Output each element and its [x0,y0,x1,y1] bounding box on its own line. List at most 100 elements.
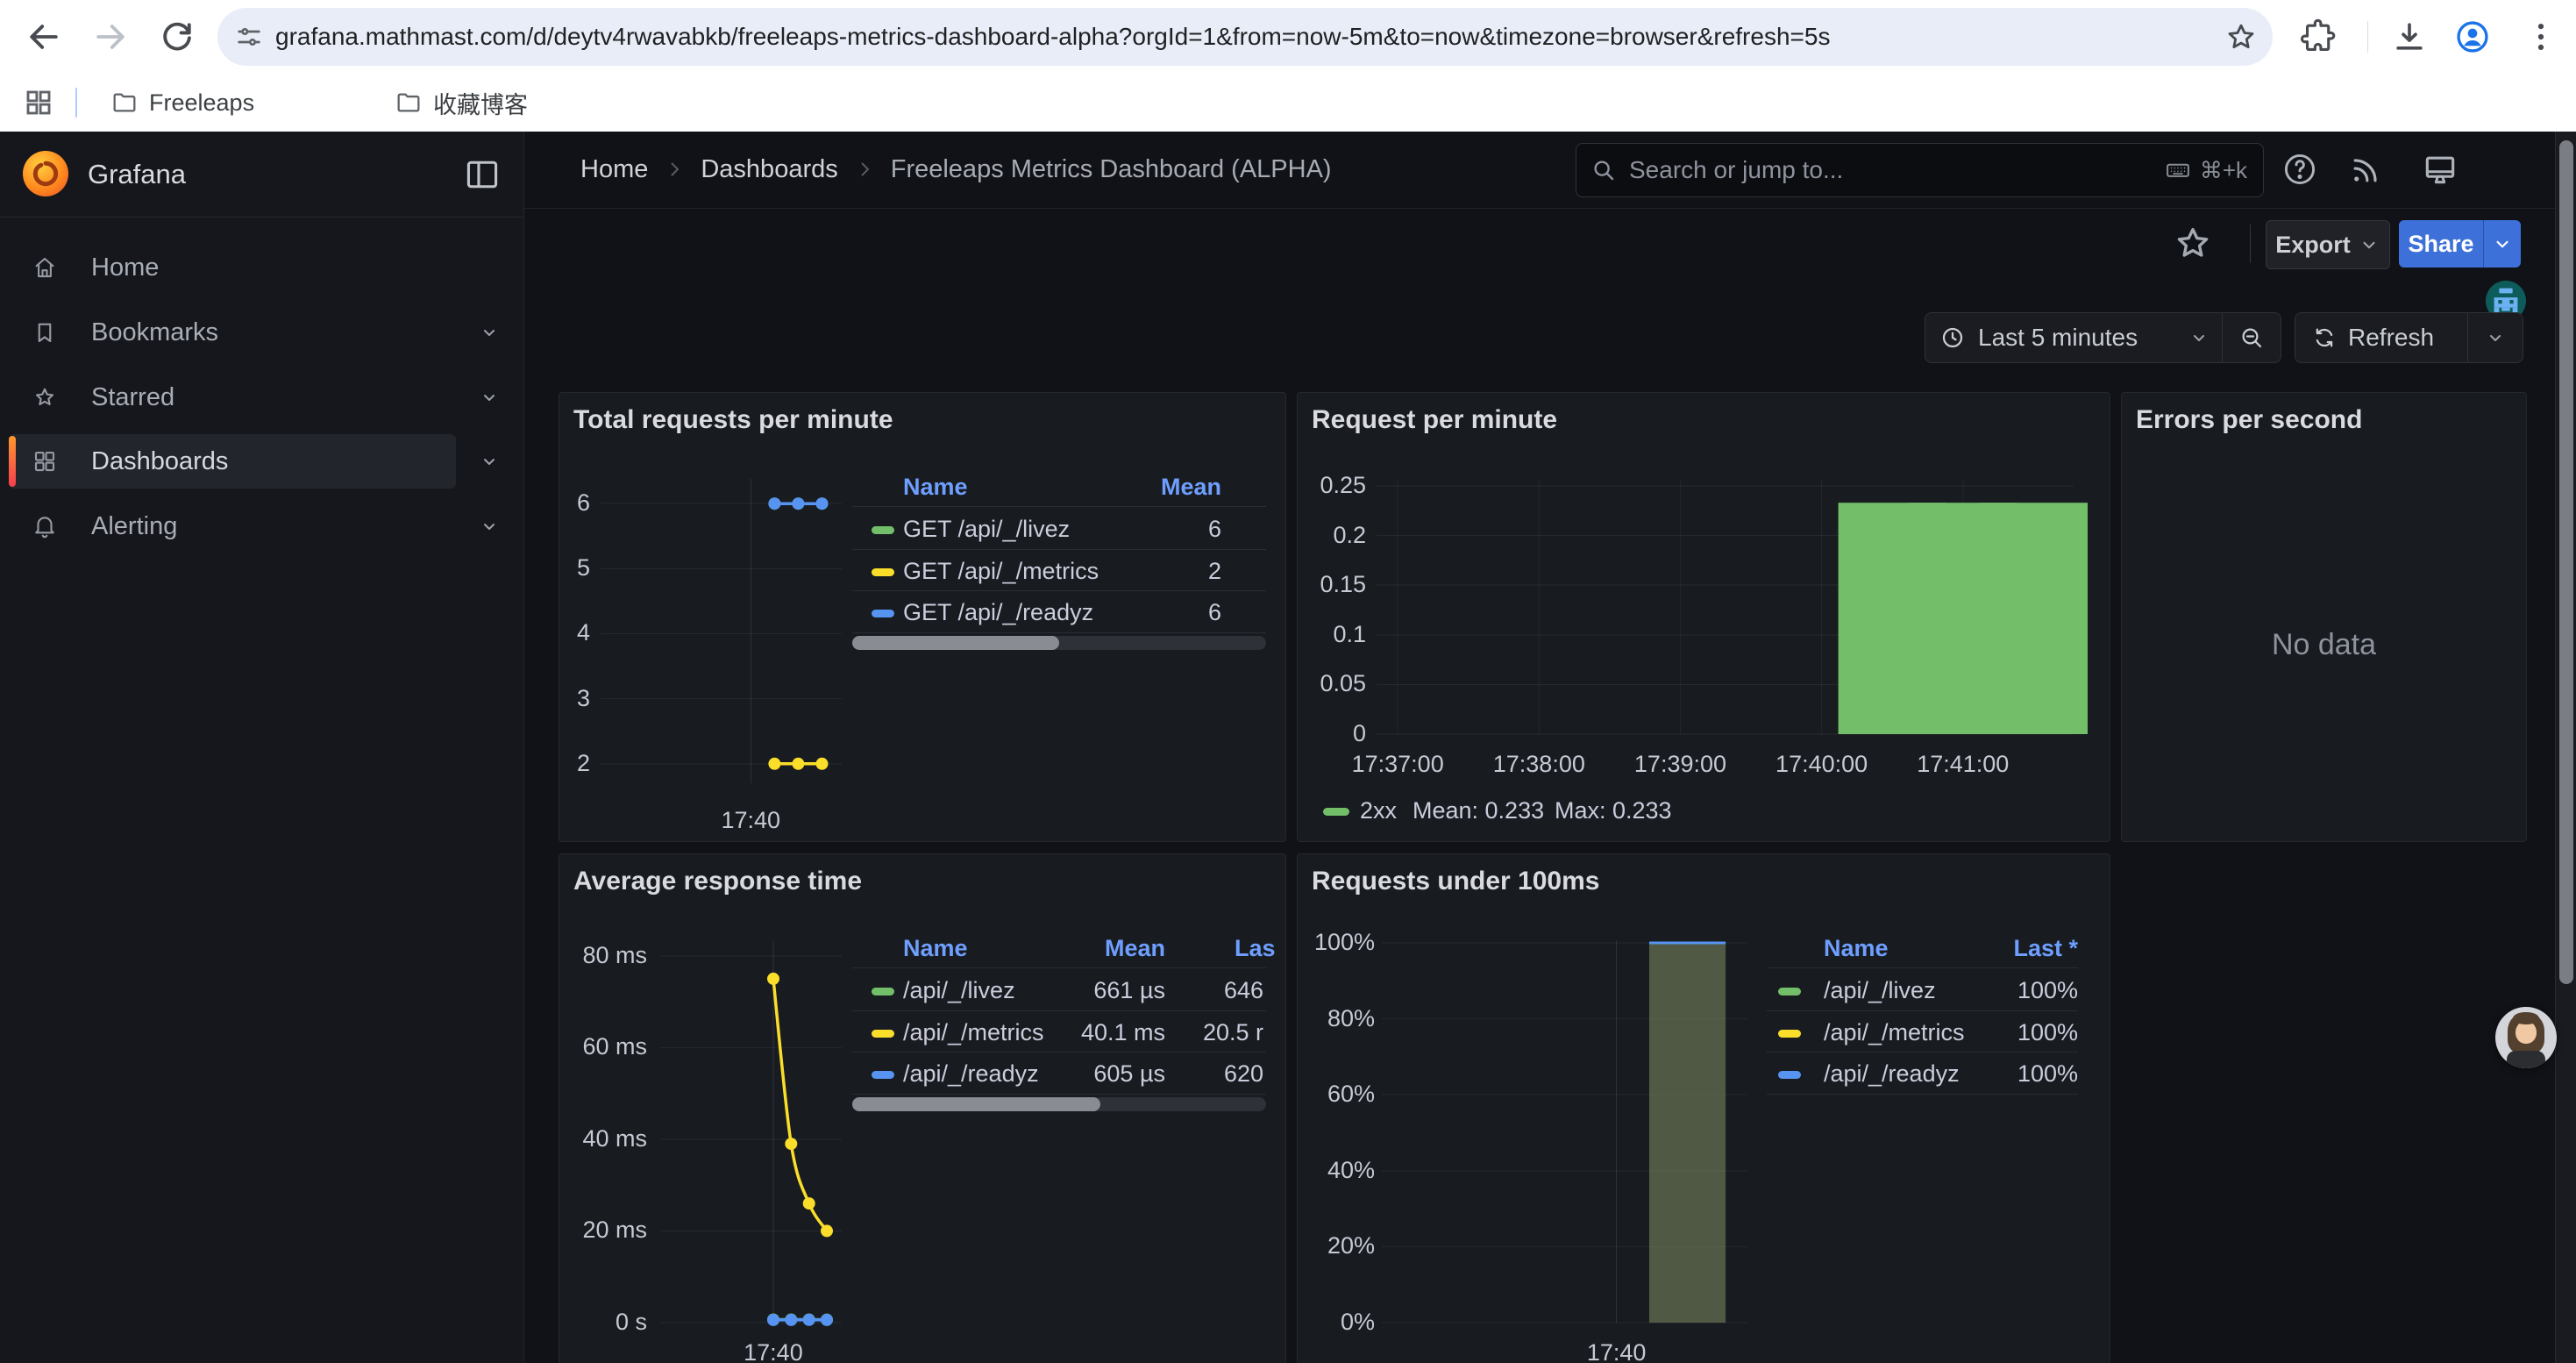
legend-series-pill[interactable] [1778,988,1801,995]
grafana-logo-icon[interactable] [23,151,68,196]
breadcrumb-item-0[interactable]: Home [580,155,648,184]
rss-icon[interactable] [2346,150,2385,189]
folder-icon [110,89,139,117]
sidebar-item-alerting[interactable]: Alerting [0,499,523,553]
legend-header-mean[interactable]: Mean [1161,474,1221,501]
brand-name: Grafana [88,132,186,217]
legend-series-name[interactable]: 2xx [1360,797,1397,824]
grid-icon [32,448,58,475]
legend-series-pill[interactable] [1323,808,1349,816]
legend-series-pill[interactable] [1778,1030,1801,1038]
bell-icon [32,513,58,539]
monitor-icon[interactable] [2421,150,2459,189]
panel-left-toggle-icon[interactable] [463,155,502,194]
legend-value: 6 [1208,599,1221,626]
legend-separator [852,1094,1266,1095]
legend-series-pill[interactable] [872,526,894,534]
sidebar-item-label: Bookmarks [91,305,218,360]
back-arrow-icon[interactable] [25,18,63,56]
grafana-topnav: Home Dashboards Freeleaps Metrics Dashboar… [524,132,2576,209]
legend-series-pill[interactable] [872,568,894,576]
bookmark-icon [32,319,58,346]
page-scrollbar[interactable] [2555,132,2576,1363]
legend-series-name[interactable]: /api/_/livez [1824,977,1936,1004]
legend-header-name[interactable]: Name [1824,935,1889,962]
plot-request-per-minute[interactable] [1298,393,2110,841]
legend-series-name[interactable]: GET /api/_/livez [903,516,1070,543]
site-info-icon[interactable] [235,23,263,51]
legend-header-las[interactable]: Las [1235,935,1276,962]
breadcrumb-item-2: Freeleaps Metrics Dashboard (ALPHA) [891,155,1332,184]
apps-grid-icon[interactable] [23,87,54,118]
sidebar-item-home[interactable]: Home [0,240,523,295]
chevron-down-icon [479,387,500,408]
legend-value: 100% [2017,1019,2078,1046]
share-button[interactable]: Share [2399,220,2521,268]
export-button[interactable]: Export [2266,220,2390,269]
legend-header-name[interactable]: Name [903,935,968,962]
legend-series-pill[interactable] [872,610,894,617]
legend-separator [852,506,1266,507]
clock-icon [1939,325,1966,351]
legend-scrollbar-thumb[interactable] [852,1097,1100,1111]
browser-toolbar: grafana.mathmast.com/d/deytv4rwavabkb/fr… [0,0,2576,74]
panel-errors-per-second: Errors per secondNo data [2121,392,2527,842]
legend-series-name[interactable]: /api/_/livez [903,977,1015,1004]
sidebar-item-dashboards[interactable]: Dashboards [0,434,523,489]
search-shortcut: ⌘+k [2165,157,2247,184]
bookmark-item-0[interactable]: Freeleaps [98,81,267,125]
legend-series-name[interactable]: /api/_/readyz [1824,1060,1960,1088]
legend-scrollbar-thumb[interactable] [852,636,1059,650]
menu-icon[interactable] [2522,18,2560,56]
bookmark-star-icon[interactable] [2224,19,2259,54]
legend-separator [852,590,1266,591]
plot-requests-under-100ms[interactable] [1298,854,2110,1363]
refresh-dropdown-chevron[interactable] [2468,327,2523,348]
legend-separator [1767,1052,2078,1053]
url-bar[interactable]: grafana.mathmast.com/d/deytv4rwavabkb/fr… [217,8,2273,66]
reload-icon[interactable] [158,18,196,56]
download-icon[interactable] [2390,18,2429,56]
url-text: grafana.mathmast.com/d/deytv4rwavabkb/fr… [275,8,2204,66]
time-range-button[interactable]: Last 5 minutes [1925,312,2281,363]
sidebar-item-bookmarks[interactable]: Bookmarks [0,305,523,360]
folder-icon [395,89,423,117]
share-dropdown-chevron[interactable] [2484,220,2521,268]
assistant-avatar[interactable] [2495,1007,2557,1068]
legend-series-pill[interactable] [1778,1071,1801,1079]
breadcrumb-chevron-icon [664,159,685,180]
help-icon[interactable] [2281,150,2319,189]
legend-value: 620 [1224,1060,1263,1088]
legend-series-name[interactable]: /api/_/metrics [903,1019,1044,1046]
legend-series-pill[interactable] [872,1030,894,1038]
panel-title[interactable]: Errors per second [2136,405,2362,435]
scrollbar-thumb[interactable] [2559,140,2573,984]
legend-series-name[interactable]: /api/_/readyz [903,1060,1039,1088]
legend-value: 20.5 r [1203,1019,1263,1046]
profile-icon[interactable] [2453,18,2492,56]
zoom-out-icon[interactable] [2223,325,2281,351]
bookmark-item-1[interactable]: 收藏博客 [382,81,540,125]
sidebar-item-starred[interactable]: Starred [0,370,523,425]
favorite-star-icon[interactable] [2172,222,2214,264]
legend-header-name[interactable]: Name [903,474,968,501]
legend-value: 6 [1208,516,1221,543]
legend-series-name[interactable]: /api/_/metrics [1824,1019,1965,1046]
legend-series-pill[interactable] [872,988,894,995]
extensions-icon[interactable] [2299,18,2338,56]
refresh-button[interactable]: Refresh [2295,312,2523,363]
sidebar-item-label: Dashboards [91,434,228,489]
legend-series-name[interactable]: GET /api/_/metrics [903,558,1099,585]
legend-series-pill[interactable] [872,1071,894,1079]
sidebar-item-label: Alerting [91,499,177,553]
legend-header-last[interactable]: Last * [2013,935,2078,962]
search-input[interactable]: Search or jump to... ⌘+k [1576,143,2264,197]
legend-series-name[interactable]: GET /api/_/readyz [903,599,1093,626]
breadcrumb-item-1[interactable]: Dashboards [701,155,837,184]
toolbar-divider [2367,21,2368,53]
forward-arrow-icon[interactable] [91,18,130,56]
active-highlight [9,434,456,489]
chevron-down-icon [479,451,500,472]
legend-header-mean[interactable]: Mean [1105,935,1165,962]
sidebar-item-label: Home [91,240,159,295]
